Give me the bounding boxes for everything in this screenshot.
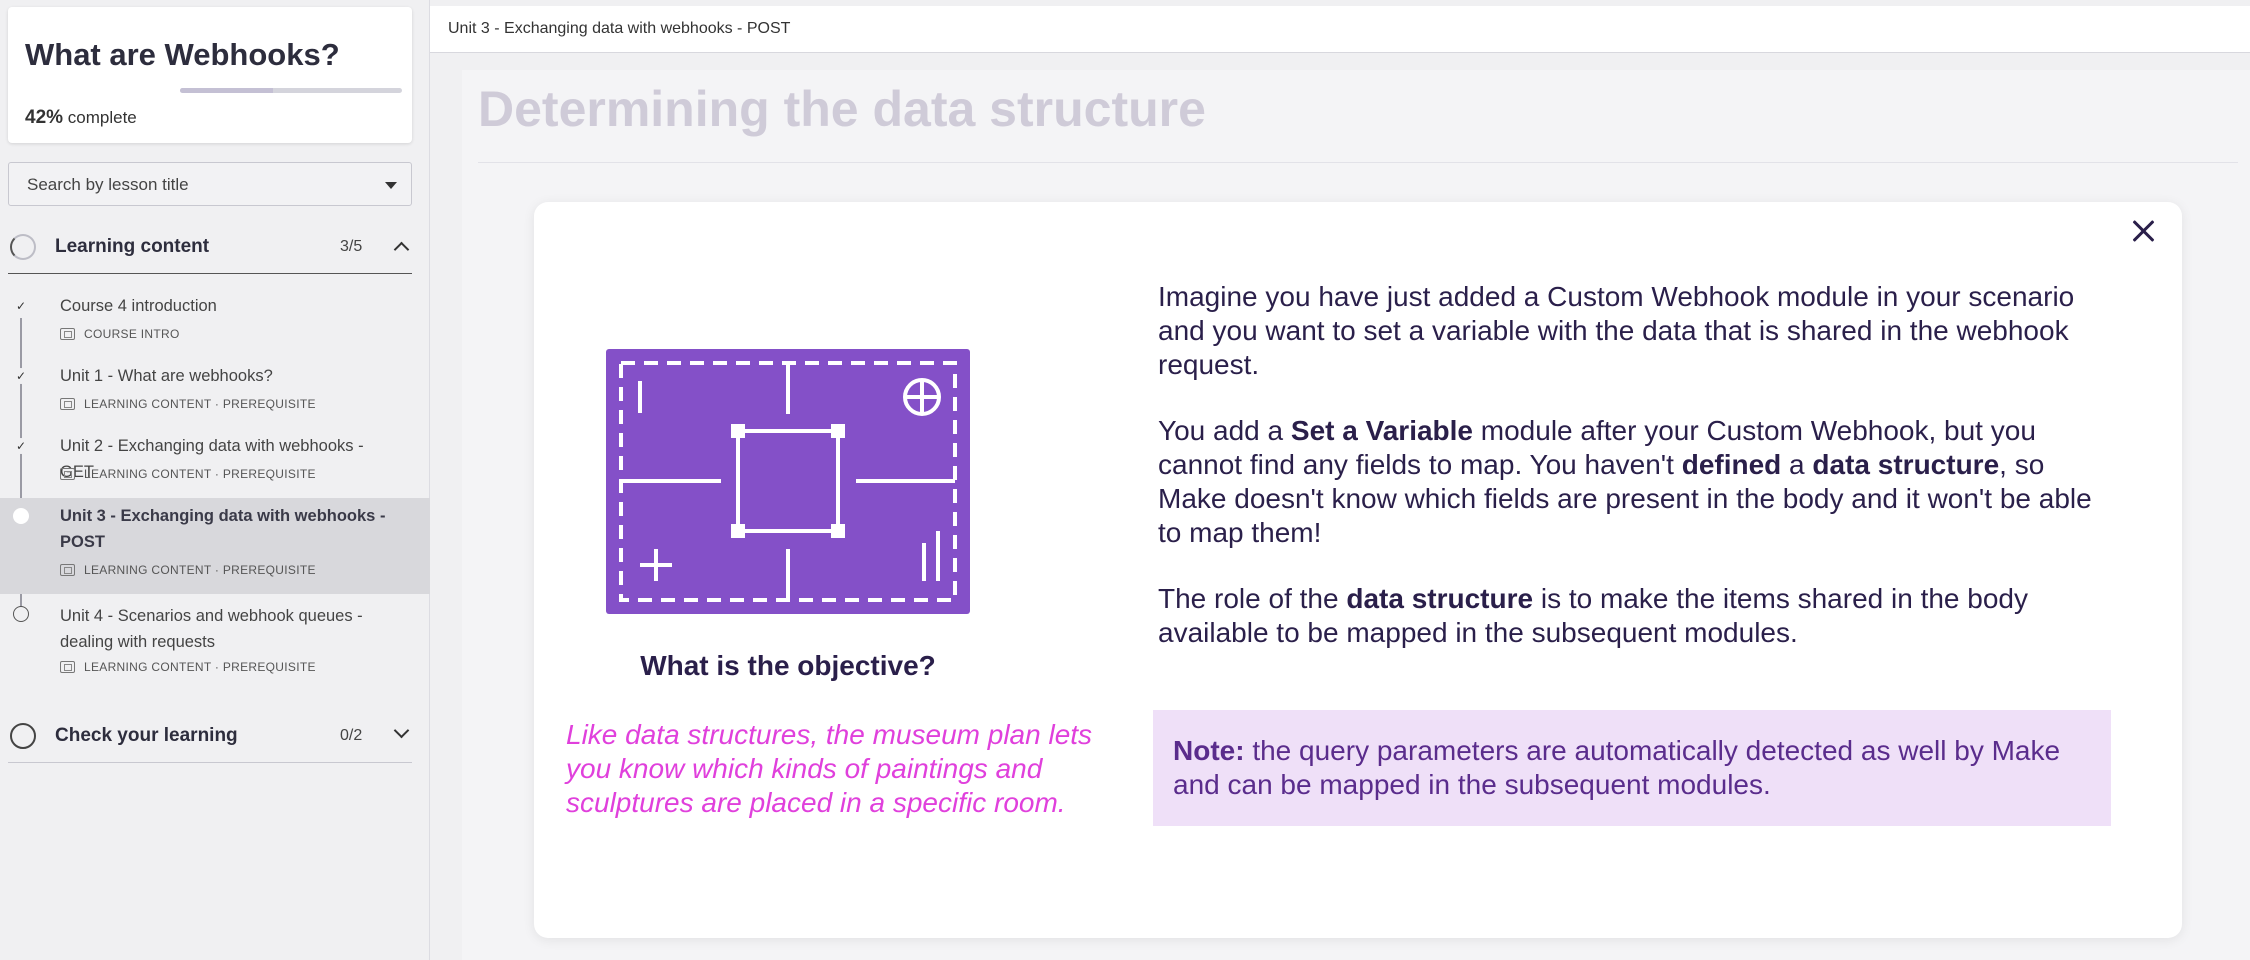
page-title: Determining the data structure: [478, 81, 1206, 137]
lesson-item[interactable]: Unit 4 - Scenarios and webhook queues - …: [0, 600, 430, 680]
course-title: What are Webhooks?: [25, 37, 340, 72]
lesson-item[interactable]: ✓ Unit 2 - Exchanging data with webhooks…: [0, 430, 430, 490]
text-bold: defined: [1681, 449, 1782, 480]
lesson-type-icon: [60, 661, 75, 673]
note-callout: Note: the query parameters are automatic…: [1153, 710, 2111, 826]
breadcrumb: Unit 3 - Exchanging data with webhooks -…: [430, 6, 2250, 53]
objective-label: What is the objective?: [640, 650, 936, 681]
progress-suffix: complete: [67, 108, 137, 127]
lesson-meta: LEARNING CONTENT · PREREQUISITE: [60, 467, 316, 481]
lesson-title: Unit 4 - Scenarios and webhook queues - …: [60, 607, 363, 651]
divider: [478, 162, 2238, 163]
check-icon: ✓: [13, 438, 29, 454]
lesson-meta-text: COURSE INTRO: [84, 327, 180, 341]
paragraph-intro: Imagine you have just added a Custom Web…: [1158, 281, 2075, 380]
lesson-type-icon: [60, 398, 75, 410]
lesson-type-icon: [60, 564, 75, 576]
lesson-item[interactable]: ✓ Course 4 introduction COURSE INTRO: [0, 290, 430, 350]
museum-plan-illustration: [606, 349, 970, 614]
close-icon[interactable]: [2127, 215, 2159, 247]
section-count: 0/2: [340, 727, 363, 744]
section-progress-icon: [10, 234, 36, 260]
progress-text: 42% complete: [25, 107, 137, 129]
check-icon: ✓: [13, 368, 29, 384]
lesson-title: Unit 3 - Exchanging data with webhooks -…: [60, 507, 386, 551]
lesson-type-icon: [60, 328, 75, 340]
section-header-learning-content[interactable]: Learning content 3/5: [8, 218, 412, 274]
lesson-title: Course 4 introduction: [60, 297, 217, 315]
check-icon: ✓: [13, 298, 29, 314]
course-card: What are Webhooks? 42% complete: [8, 7, 412, 143]
lesson-meta: LEARNING CONTENT · PREREQUISITE: [60, 397, 316, 411]
text-run: The role of the: [1158, 583, 1347, 614]
section-progress-icon: [10, 723, 36, 749]
paragraph-role: The role of the data structure is to mak…: [1158, 582, 2118, 650]
lesson-meta-text: LEARNING CONTENT · PREREQUISITE: [84, 397, 316, 411]
text-bold: Set a Variable: [1290, 415, 1473, 446]
lesson-meta-text: LEARNING CONTENT · PREREQUISITE: [84, 563, 316, 577]
progress-percent: 42%: [25, 107, 64, 128]
lesson-type-icon: [60, 468, 75, 480]
sidebar: What are Webhooks? 42% complete Search b…: [0, 0, 430, 960]
section-count: 3/5: [340, 238, 363, 255]
not-started-icon: [13, 606, 29, 622]
paragraph-set-variable: You add a Set a Variable module after yo…: [1158, 414, 2118, 550]
current-lesson-icon: [13, 508, 29, 524]
chevron-down-icon: [385, 182, 397, 189]
lesson-meta-text: LEARNING CONTENT · PREREQUISITE: [84, 660, 316, 674]
text-run: You add a: [1158, 415, 1291, 446]
chevron-down-icon[interactable]: [393, 722, 410, 739]
lesson-item-current[interactable]: Unit 3 - Exchanging data with webhooks -…: [0, 498, 430, 594]
lesson-item[interactable]: ✓ Unit 1 - What are webhooks? LEARNING C…: [0, 360, 430, 420]
lesson-meta-text: LEARNING CONTENT · PREREQUISITE: [84, 467, 316, 481]
text-bold: data structure: [1346, 583, 1534, 614]
text-bold: data structure: [1812, 449, 2000, 480]
lesson-meta: LEARNING CONTENT · PREREQUISITE: [60, 563, 316, 577]
note-text: the query parameters are automatically d…: [1173, 735, 2061, 800]
section-header-check-your-learning[interactable]: Check your learning 0/2: [8, 707, 412, 763]
section-title: Learning content: [55, 236, 210, 257]
search-placeholder: Search by lesson title: [27, 175, 189, 194]
text-run: a: [1781, 449, 1813, 480]
lesson-search-select[interactable]: Search by lesson title: [8, 162, 412, 206]
chevron-up-icon[interactable]: [393, 241, 410, 258]
progress-bar-fill: [180, 88, 274, 93]
lesson-meta: LEARNING CONTENT · PREREQUISITE: [60, 660, 316, 674]
museum-quote: Like data structures, the museum plan le…: [566, 719, 1093, 818]
note-label: Note:: [1173, 735, 1245, 766]
section-title: Check your learning: [55, 725, 238, 746]
progress-bar: [180, 88, 402, 93]
lesson-title: Unit 1 - What are webhooks?: [60, 367, 273, 385]
lesson-meta: COURSE INTRO: [60, 327, 180, 341]
